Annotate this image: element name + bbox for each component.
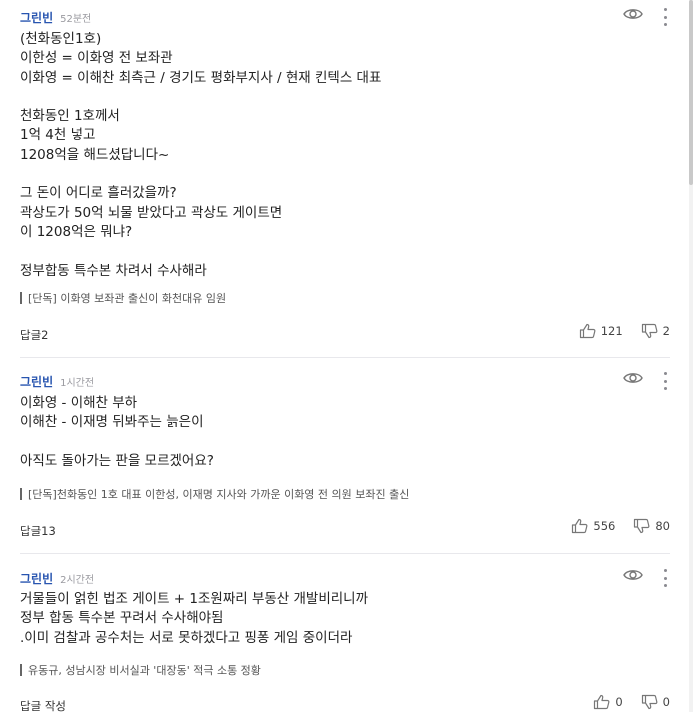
- comment-time: 2시간전: [60, 575, 95, 586]
- comment-line: 이화영 - 이해찬 부하: [20, 395, 138, 411]
- comment-line: .이미 검찰과 공수처는 서로 못하겠다고 핑퐁 게임 중이더라: [20, 629, 353, 646]
- dislike-count: 0: [662, 695, 670, 709]
- scrollbar[interactable]: [689, 0, 693, 712]
- comment-line: 아직도 돌아가는 판을 모르겠어요?: [20, 452, 214, 469]
- news-link[interactable]: [단독] 이화영 보좌관 출신이 화천대유 임원: [20, 290, 226, 306]
- thumbs-up-icon[interactable]: [571, 518, 588, 534]
- thumbs-down-icon[interactable]: [633, 518, 650, 534]
- comment-line: [20, 433, 214, 452]
- news-link[interactable]: [단독]천화동인 1호 대표 이한성, 이재명 지사와 가까운 이화영 전 의원…: [20, 486, 409, 502]
- comment-time: 1시간전: [60, 378, 95, 389]
- comment-line: 정부합동 특수본 차려서 수사해라: [20, 262, 207, 279]
- comment-line: 이해찬 - 이재명 뒤봐주는 늙은이: [20, 414, 204, 431]
- comment-author[interactable]: 그린빈: [20, 570, 53, 587]
- more-vertical-icon[interactable]: [662, 569, 668, 587]
- reply-button[interactable]: 답글13: [20, 523, 56, 539]
- reply-label: 답글 작성: [20, 699, 66, 713]
- comment-line: 이 1208억은 뭐냐?: [20, 223, 133, 240]
- more-vertical-icon[interactable]: [662, 8, 668, 26]
- dislike-count: 2: [662, 324, 670, 338]
- comment-divider: [20, 357, 670, 358]
- comment-line: 곽상도가 50억 뇌물 받았다고 곽상도 게이트면: [20, 204, 283, 221]
- link-bar: [20, 292, 22, 304]
- thumbs-up-icon[interactable]: [593, 694, 610, 710]
- comment-time: 52분전: [60, 14, 92, 25]
- like-count: 556: [593, 519, 616, 533]
- news-link-title[interactable]: [단독] 이화영 보좌관 출신이 화천대유 임원: [28, 290, 226, 306]
- link-bar: [20, 488, 22, 500]
- comment-body: (천화동인1호) 이한성 = 이화영 전 보좌관 이화영 = 이해찬 최측근 /…: [20, 30, 381, 281]
- comment-line: [20, 165, 381, 184]
- news-link[interactable]: 유동규, 성남시장 비서실과 '대장동' 적극 소통 정황: [20, 662, 261, 678]
- comment-line: 1억 4천 넣고: [20, 127, 96, 144]
- news-link-title[interactable]: 유동규, 성남시장 비서실과 '대장동' 적극 소통 정황: [28, 662, 261, 678]
- reply-count: 2: [41, 328, 49, 342]
- comment-line: [20, 242, 381, 261]
- comment-header: 그린빈 52분전: [20, 9, 91, 27]
- comment-line: 1208억을 해드셨답니다~: [20, 146, 170, 163]
- vote-controls: 556 80: [571, 518, 670, 534]
- vote-controls: 121 2: [579, 323, 670, 339]
- vote-controls: 0 0: [593, 694, 670, 710]
- scrollbar-thumb[interactable]: [689, 0, 693, 185]
- reply-button[interactable]: 답글2: [20, 327, 49, 343]
- eye-icon[interactable]: [623, 568, 643, 582]
- reply-count: 13: [41, 524, 56, 538]
- link-bar: [20, 664, 22, 676]
- news-link-title[interactable]: [단독]천화동인 1호 대표 이한성, 이재명 지사와 가까운 이화영 전 의원…: [28, 486, 409, 502]
- eye-icon[interactable]: [623, 7, 643, 21]
- comment-author[interactable]: 그린빈: [20, 373, 53, 390]
- thumbs-up-icon[interactable]: [579, 323, 596, 339]
- comment-line: 거물들이 얽힌 법조 게이트 + 1조원짜리 부동산 개발비리니까: [20, 591, 369, 607]
- thumbs-down-icon[interactable]: [641, 694, 658, 710]
- like-count: 121: [600, 324, 623, 338]
- comment-line: [20, 88, 381, 107]
- comment-line: 그 돈이 어디로 흘러갔을까?: [20, 185, 177, 202]
- comment-body: 거물들이 얽힌 법조 게이트 + 1조원짜리 부동산 개발비리니까 정부 합동 …: [20, 590, 368, 648]
- comment-author[interactable]: 그린빈: [20, 9, 53, 26]
- comment-header: 그린빈 1시간전: [20, 373, 94, 391]
- eye-icon[interactable]: [623, 371, 643, 385]
- comment-line: 이화영 = 이해찬 최측근 / 경기도 평화부지사 / 현재 킨텍스 대표: [20, 69, 382, 86]
- comment-line: 이한성 = 이화영 전 보좌관: [20, 50, 173, 67]
- like-count: 0: [615, 695, 623, 709]
- comment-header: 그린빈 2시간전: [20, 570, 94, 588]
- comment-line: 정부 합동 특수본 꾸려서 수사해야됨: [20, 610, 224, 627]
- comment-divider: [20, 553, 670, 554]
- thumbs-down-icon[interactable]: [641, 323, 658, 339]
- reply-label: 답글: [20, 328, 42, 342]
- comment-line: (천화동인1호): [20, 31, 102, 47]
- dislike-count: 80: [655, 519, 670, 533]
- comment-body: 이화영 - 이해찬 부하 이해찬 - 이재명 뒤봐주는 늙은이 아직도 돌아가는…: [20, 394, 214, 471]
- more-vertical-icon[interactable]: [662, 372, 668, 390]
- reply-label: 답글: [20, 524, 42, 538]
- comment-line: 천화동인 1호께서: [20, 108, 120, 125]
